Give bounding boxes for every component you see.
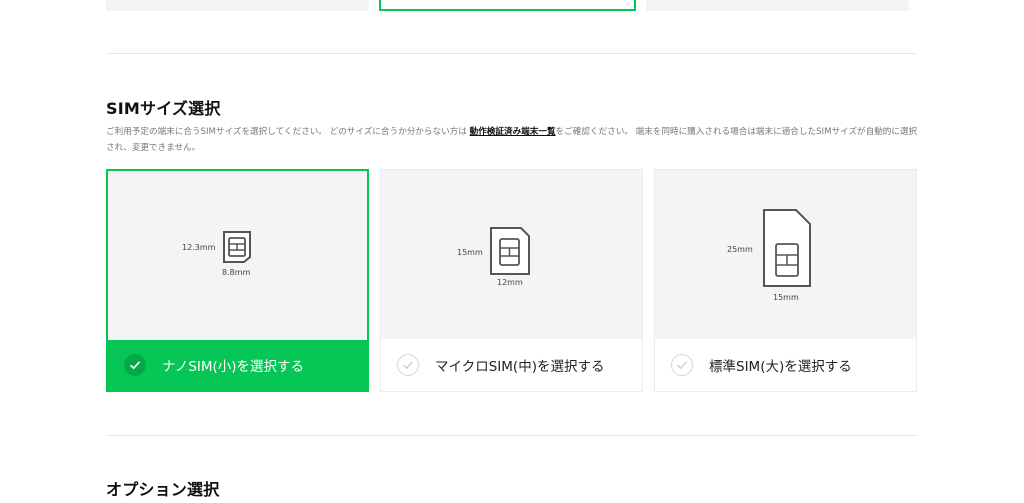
sim-size-title: SIMサイズ選択 <box>106 99 221 118</box>
previous-option-card-3[interactable] <box>646 0 909 11</box>
width-dimension: 15mm <box>773 293 799 302</box>
option-select-title: オプション選択 <box>106 480 220 499</box>
check-icon <box>124 354 146 376</box>
check-icon <box>397 354 419 376</box>
sim-option-standard[interactable]: 25mm 15mm 標準SIM(大)を選択する <box>654 169 917 392</box>
sim-option-footer[interactable]: マイクロSIM(中)を選択する <box>381 339 642 391</box>
sim-card-icon <box>763 209 811 287</box>
sim-option-nano[interactable]: 12.3mm 8.8mm ナノSIM(小)を選択する <box>106 169 369 392</box>
width-dimension: 8.8mm <box>222 268 251 277</box>
height-dimension: 12.3mm <box>182 243 216 252</box>
sim-option-micro[interactable]: 15mm 12mm マイクロSIM(中)を選択する <box>380 169 643 392</box>
previous-option-card-1[interactable] <box>106 0 369 11</box>
sim-option-footer[interactable]: 標準SIM(大)を選択する <box>655 339 916 391</box>
height-dimension: 25mm <box>727 245 753 254</box>
width-dimension: 12mm <box>497 278 523 287</box>
sim-option-label: 標準SIM(大)を選択する <box>709 359 852 375</box>
check-icon <box>671 354 693 376</box>
sim-card-icon <box>490 227 530 275</box>
sim-visual-standard: 25mm 15mm <box>655 170 916 340</box>
sim-option-footer[interactable]: ナノSIM(小)を選択する <box>108 340 367 390</box>
sim-card-icon <box>223 231 251 263</box>
sim-visual-micro: 15mm 12mm <box>381 170 642 340</box>
section-divider-bottom <box>106 435 917 436</box>
height-dimension: 15mm <box>457 248 483 257</box>
sim-option-label: ナノSIM(小)を選択する <box>162 359 305 375</box>
verified-devices-link[interactable]: 動作検証済み端末一覧 <box>470 127 556 137</box>
sim-size-description: ご利用予定の端末に合うSIMサイズを選択してください。 どのサイズに合うか分から… <box>106 124 918 156</box>
sim-option-label: マイクロSIM(中)を選択する <box>435 359 605 375</box>
description-text: ご利用予定の端末に合うSIMサイズを選択してください。 どのサイズに合うか分から… <box>106 127 470 137</box>
section-divider-top <box>106 53 917 54</box>
sim-visual-nano: 12.3mm 8.8mm <box>108 171 367 341</box>
previous-option-card-2[interactable] <box>379 0 636 11</box>
